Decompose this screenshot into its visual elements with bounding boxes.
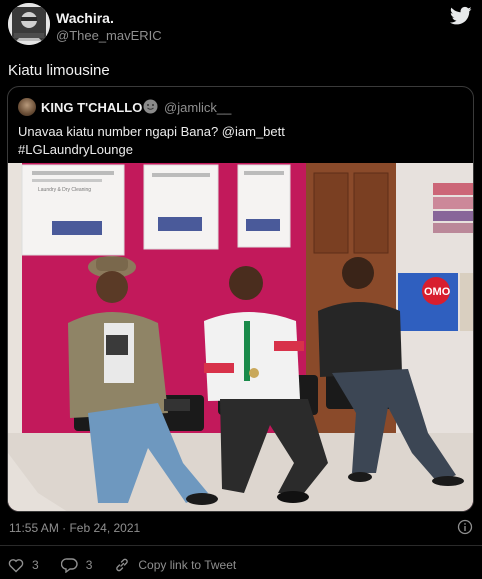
author-name[interactable]: Wachira. (56, 10, 114, 26)
author-avatar[interactable] (8, 3, 50, 45)
author-handle[interactable]: @Thee_mavERIC (56, 28, 162, 43)
heart-icon (8, 558, 24, 572)
copy-link-label: Copy link to Tweet (138, 558, 237, 572)
tweet-actions: 3 3 Copy link to Tweet (8, 557, 258, 573)
quoted-avatar[interactable] (18, 98, 36, 116)
quoted-text-line2: #LGLaundryLounge (18, 142, 133, 157)
like-count: 3 (32, 558, 39, 572)
reply-count: 3 (85, 558, 93, 572)
copy-link-button[interactable]: Copy link to Tweet (114, 557, 236, 573)
quoted-photo[interactable]: Laundry & Dry Cleaning OMO (8, 163, 473, 511)
divider (0, 545, 482, 546)
omo-logo: OMO (424, 286, 451, 298)
smiley-emoji-icon (143, 99, 158, 114)
photo-scene: Laundry & Dry Cleaning OMO (8, 163, 473, 511)
quoted-tweet[interactable]: KING T'CHALLO @jamlick__ Unavaa kiatu nu… (7, 86, 474, 512)
reply-button[interactable]: 3 (60, 557, 93, 573)
poster-title: Laundry & Dry Cleaning (38, 187, 91, 193)
tweet-timestamp[interactable]: 11:55 AM · Feb 24, 2021 (9, 521, 140, 535)
link-icon (116, 558, 129, 572)
info-icon[interactable] (457, 519, 473, 535)
quoted-text-line1: Unavaa kiatu number ngapi Bana? @iam_bet… (18, 124, 285, 139)
avatar-image (8, 3, 50, 45)
quoted-text: Unavaa kiatu number ngapi Bana? @iam_bet… (18, 123, 458, 159)
quoted-name[interactable]: KING T'CHALLO (41, 100, 142, 115)
tweet-text: Kiatu limousine (8, 62, 110, 79)
quoted-handle[interactable]: @jamlick__ (164, 100, 231, 115)
like-button[interactable]: 3 (8, 558, 39, 573)
reply-icon (60, 558, 78, 573)
twitter-bird-icon[interactable] (450, 6, 472, 26)
